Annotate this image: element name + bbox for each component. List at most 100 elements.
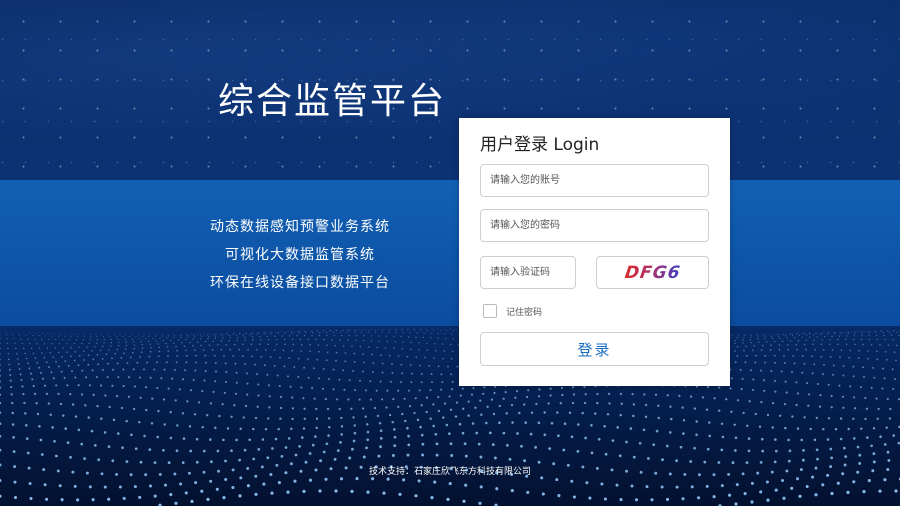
- remember-password-toggle[interactable]: 记住密码: [483, 304, 542, 318]
- wave-dot: [146, 361, 149, 364]
- wave-dot: [101, 358, 104, 360]
- wave-dot: [782, 496, 786, 500]
- wave-dot: [773, 354, 776, 357]
- wave-dot: [418, 389, 421, 392]
- wave-dot: [203, 379, 206, 382]
- wave-dot: [88, 485, 92, 489]
- wave-dot: [206, 414, 209, 417]
- wave-dot: [166, 337, 168, 339]
- wave-dot: [60, 498, 64, 502]
- wave-dot: [547, 402, 550, 405]
- wave-dot: [514, 396, 517, 399]
- wave-dot: [430, 332, 432, 334]
- wave-dot: [839, 437, 843, 441]
- wave-dot: [162, 340, 165, 342]
- wave-dot: [328, 425, 331, 429]
- wave-dot: [373, 406, 377, 410]
- wave-dot: [681, 497, 685, 501]
- wave-dot: [287, 375, 289, 378]
- wave-dot: [10, 386, 13, 389]
- wave-dot: [110, 338, 112, 341]
- wave-dot: [761, 334, 763, 335]
- account-input[interactable]: [480, 164, 709, 197]
- wave-dot: [57, 392, 60, 396]
- wave-dot: [480, 413, 483, 416]
- password-input[interactable]: [480, 209, 709, 242]
- wave-dot: [506, 444, 509, 447]
- wave-dot: [96, 404, 99, 408]
- wave-dot: [504, 391, 507, 394]
- wave-dot: [317, 377, 320, 380]
- wave-dot: [742, 339, 744, 341]
- wave-dot: [245, 372, 248, 375]
- wave-dot: [163, 423, 166, 426]
- wave-dot: [189, 389, 193, 392]
- wave-dot: [267, 384, 271, 387]
- wave-dot: [204, 370, 207, 372]
- wave-dot: [47, 402, 50, 405]
- wave-dot: [348, 456, 352, 460]
- wave-dot: [849, 385, 852, 388]
- wave-dot: [293, 479, 297, 483]
- wave-dot: [523, 403, 526, 406]
- wave-dot: [22, 347, 25, 350]
- stars-decoration: [0, 0, 900, 180]
- wave-dot: [95, 376, 98, 379]
- wave-dot: [771, 335, 773, 338]
- wave-dot: [212, 390, 215, 394]
- wave-dot: [682, 419, 686, 422]
- wave-dot: [228, 339, 230, 342]
- wave-dot: [355, 477, 359, 481]
- wave-dot: [268, 406, 271, 409]
- wave-dot: [267, 343, 269, 345]
- wave-dot: [764, 338, 766, 340]
- wave-dot: [339, 477, 344, 481]
- wave-dot: [787, 459, 791, 463]
- wave-dot: [811, 372, 814, 375]
- wave-dot: [76, 498, 80, 502]
- wave-dot: [291, 396, 294, 399]
- wave-dot: [55, 360, 57, 363]
- wave-dot: [394, 341, 396, 343]
- wave-dot: [341, 329, 343, 331]
- wave-dot: [386, 389, 389, 392]
- wave-dot: [657, 416, 660, 420]
- wave-dot: [347, 331, 349, 333]
- wave-dot: [892, 387, 895, 391]
- wave-dot: [784, 426, 787, 430]
- wave-dot: [644, 403, 648, 407]
- wave-dot: [300, 386, 303, 389]
- wave-dot: [0, 448, 2, 452]
- wave-dot: [88, 342, 90, 344]
- login-button[interactable]: 登录: [480, 332, 709, 366]
- remember-checkbox[interactable]: [483, 304, 497, 318]
- wave-dot: [348, 379, 351, 382]
- wave-dot: [157, 409, 160, 413]
- wave-dot: [400, 329, 403, 331]
- wave-dot: [343, 388, 346, 391]
- wave-dot: [895, 359, 897, 362]
- wave-dot: [193, 413, 197, 416]
- wave-dot: [734, 339, 737, 342]
- wave-dot: [192, 378, 195, 381]
- captcha-input[interactable]: [480, 256, 576, 289]
- wave-dot: [41, 332, 43, 334]
- wave-dot: [174, 335, 176, 337]
- wave-dot: [125, 419, 128, 423]
- wave-dot: [892, 338, 894, 341]
- wave-dot: [122, 336, 124, 338]
- wave-dot: [880, 330, 882, 332]
- wave-dot: [40, 453, 44, 456]
- wave-dot: [459, 394, 462, 397]
- wave-dot: [326, 331, 328, 334]
- wave-dot: [752, 378, 755, 381]
- wave-dot: [162, 448, 165, 452]
- wave-dot: [807, 404, 810, 407]
- wave-dot: [298, 332, 300, 334]
- wave-dot: [64, 335, 66, 337]
- wave-dot: [474, 406, 477, 409]
- wave-dot: [266, 456, 270, 460]
- wave-dot: [524, 421, 527, 424]
- captcha-image[interactable]: DFG6: [596, 256, 709, 289]
- wave-dot: [538, 388, 541, 391]
